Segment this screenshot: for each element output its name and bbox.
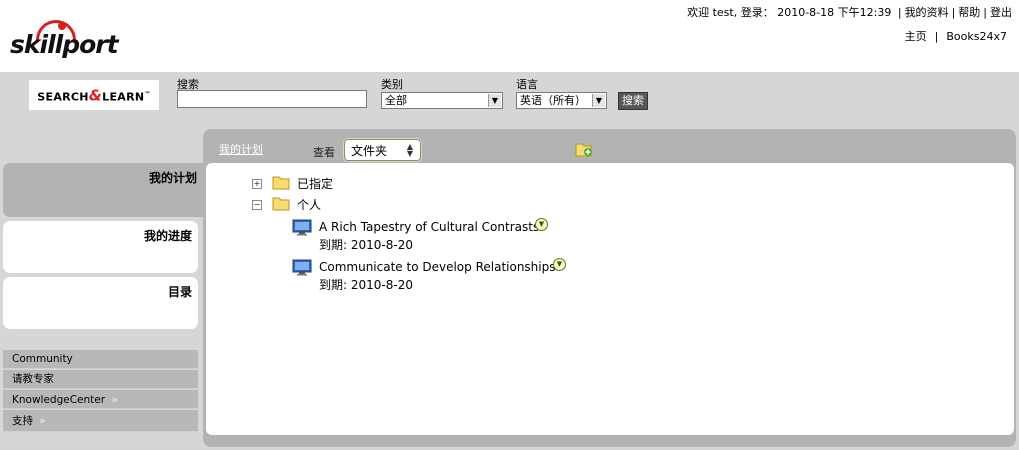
category-label: 类别 (381, 78, 403, 91)
due-label: 到期: (319, 278, 348, 292)
due-date-value: 2010-8-20 (350, 238, 413, 252)
plan-content-area: + 已指定 − 个人 A Rich Tapestry of Cultural C… (206, 163, 1014, 435)
home-link[interactable]: 主页 (905, 30, 927, 43)
logo-trademark: ™ (144, 91, 151, 98)
search-and-learn-logo: SEARCH&LEARN™ (29, 80, 159, 110)
view-mode-select[interactable]: 文件夹 ▲ ▼ (344, 139, 421, 161)
logo-word-learn: LEARN (102, 90, 145, 104)
category-selected-value: 全部 (385, 94, 407, 107)
view-label: 查看 (313, 146, 335, 159)
sidebar-link-ask-expert[interactable]: 请教专家 (3, 370, 198, 389)
course-monitor-icon (292, 219, 312, 236)
login-datetime: 2010-8-18 下午12:39 (777, 6, 892, 19)
updown-arrows-icon: ▲ ▼ (406, 142, 413, 158)
course-due-date: 到期: 2010-8-20 (319, 276, 413, 293)
due-label: 到期: (319, 238, 348, 252)
breadcrumb-my-plan-link[interactable]: 我的计划 (219, 141, 263, 157)
separator: | (934, 30, 939, 43)
separator: | (951, 6, 956, 19)
separator: | (983, 6, 987, 19)
due-date-value: 2010-8-20 (350, 278, 413, 292)
my-profile-link[interactable]: 我的资料 (905, 6, 949, 19)
logo-ampersand: & (88, 86, 103, 105)
books24x7-link[interactable]: Books24x7 (946, 30, 1007, 43)
folder-personal[interactable]: 个人 (297, 196, 321, 213)
search-button[interactable]: 搜索 (618, 92, 648, 110)
folder-assigned[interactable]: 已指定 (297, 175, 333, 192)
main-panel: 我的计划 查看 文件夹 ▲ ▼ + 已指定 − 个人 A Rich Tapestr… (203, 129, 1016, 447)
user-bar: 欢迎 test, 登录： 2010-8-18 下午12:39 | 我的资料 | 帮助 |… (687, 4, 1012, 20)
sidebar-tab-my-progress[interactable]: 我的进度 (3, 221, 198, 273)
sidebar-tab-label: 目录 (167, 285, 192, 299)
logo-word-search: SEARCH (37, 90, 89, 104)
chevron-right-icon: » (111, 393, 118, 406)
new-folder-icon[interactable] (575, 141, 593, 157)
view-mode-selected-value: 文件夹 (351, 144, 388, 158)
sidebar-link-knowledgecenter[interactable]: KnowledgeCenter » (3, 390, 198, 409)
open-folder-icon (272, 197, 290, 211)
language-label: 语言 (516, 78, 538, 91)
search-input[interactable] (177, 90, 367, 108)
expand-toggle-icon[interactable]: + (252, 179, 262, 189)
language-select[interactable]: 英语（所有） ▼ (516, 92, 607, 109)
logo-text: skillport (10, 30, 119, 59)
sidebar-tab-my-plan[interactable]: 我的计划 (3, 163, 203, 217)
course-title-link[interactable]: A Rich Tapestry of Cultural Contrasts (319, 220, 539, 234)
dropdown-arrow-icon[interactable]: ▼ (488, 94, 501, 107)
category-select[interactable]: 全部 ▼ (381, 92, 503, 109)
logout-link[interactable]: 登出 (990, 6, 1012, 19)
sidebar-tab-label: 我的计划 (148, 171, 197, 185)
sidebar-link-label: 请教专家 (12, 373, 54, 385)
logo-dot-icon (58, 22, 66, 30)
sidebar-link-label: Community (12, 353, 73, 365)
chevron-right-icon: » (39, 414, 46, 427)
sidebar-tab-catalog[interactable]: 目录 (3, 277, 198, 329)
course-title-link[interactable]: Communicate to Develop Relationships (319, 260, 556, 274)
dropdown-arrow-icon[interactable]: ▼ (592, 94, 605, 107)
help-link[interactable]: 帮助 (958, 6, 980, 19)
sidebar-link-support[interactable]: 支持 » (3, 410, 198, 432)
sidebar-link-community[interactable]: Community (3, 350, 198, 369)
skillport-logo[interactable]: skillport (10, 11, 120, 69)
course-options-icon[interactable]: ▼ (535, 218, 548, 231)
language-selected-value: 英语（所有） (520, 94, 586, 107)
top-nav: 主页 | Books24x7 (905, 28, 1007, 44)
welcome-text: 欢迎 test, 登录： (687, 6, 774, 19)
course-options-icon[interactable]: ▼ (553, 258, 566, 271)
sidebar-link-label: 支持 (12, 415, 33, 427)
separator: | (897, 6, 902, 19)
collapse-toggle-icon[interactable]: − (252, 200, 262, 210)
course-due-date: 到期: 2010-8-20 (319, 236, 413, 253)
sidebar-link-label: KnowledgeCenter (12, 394, 106, 406)
header: skillport 欢迎 test, 登录： 2010-8-18 下午12:39… (0, 0, 1019, 72)
course-monitor-icon (292, 259, 312, 276)
folder-icon (272, 176, 290, 190)
sidebar-tab-label: 我的进度 (143, 229, 192, 243)
